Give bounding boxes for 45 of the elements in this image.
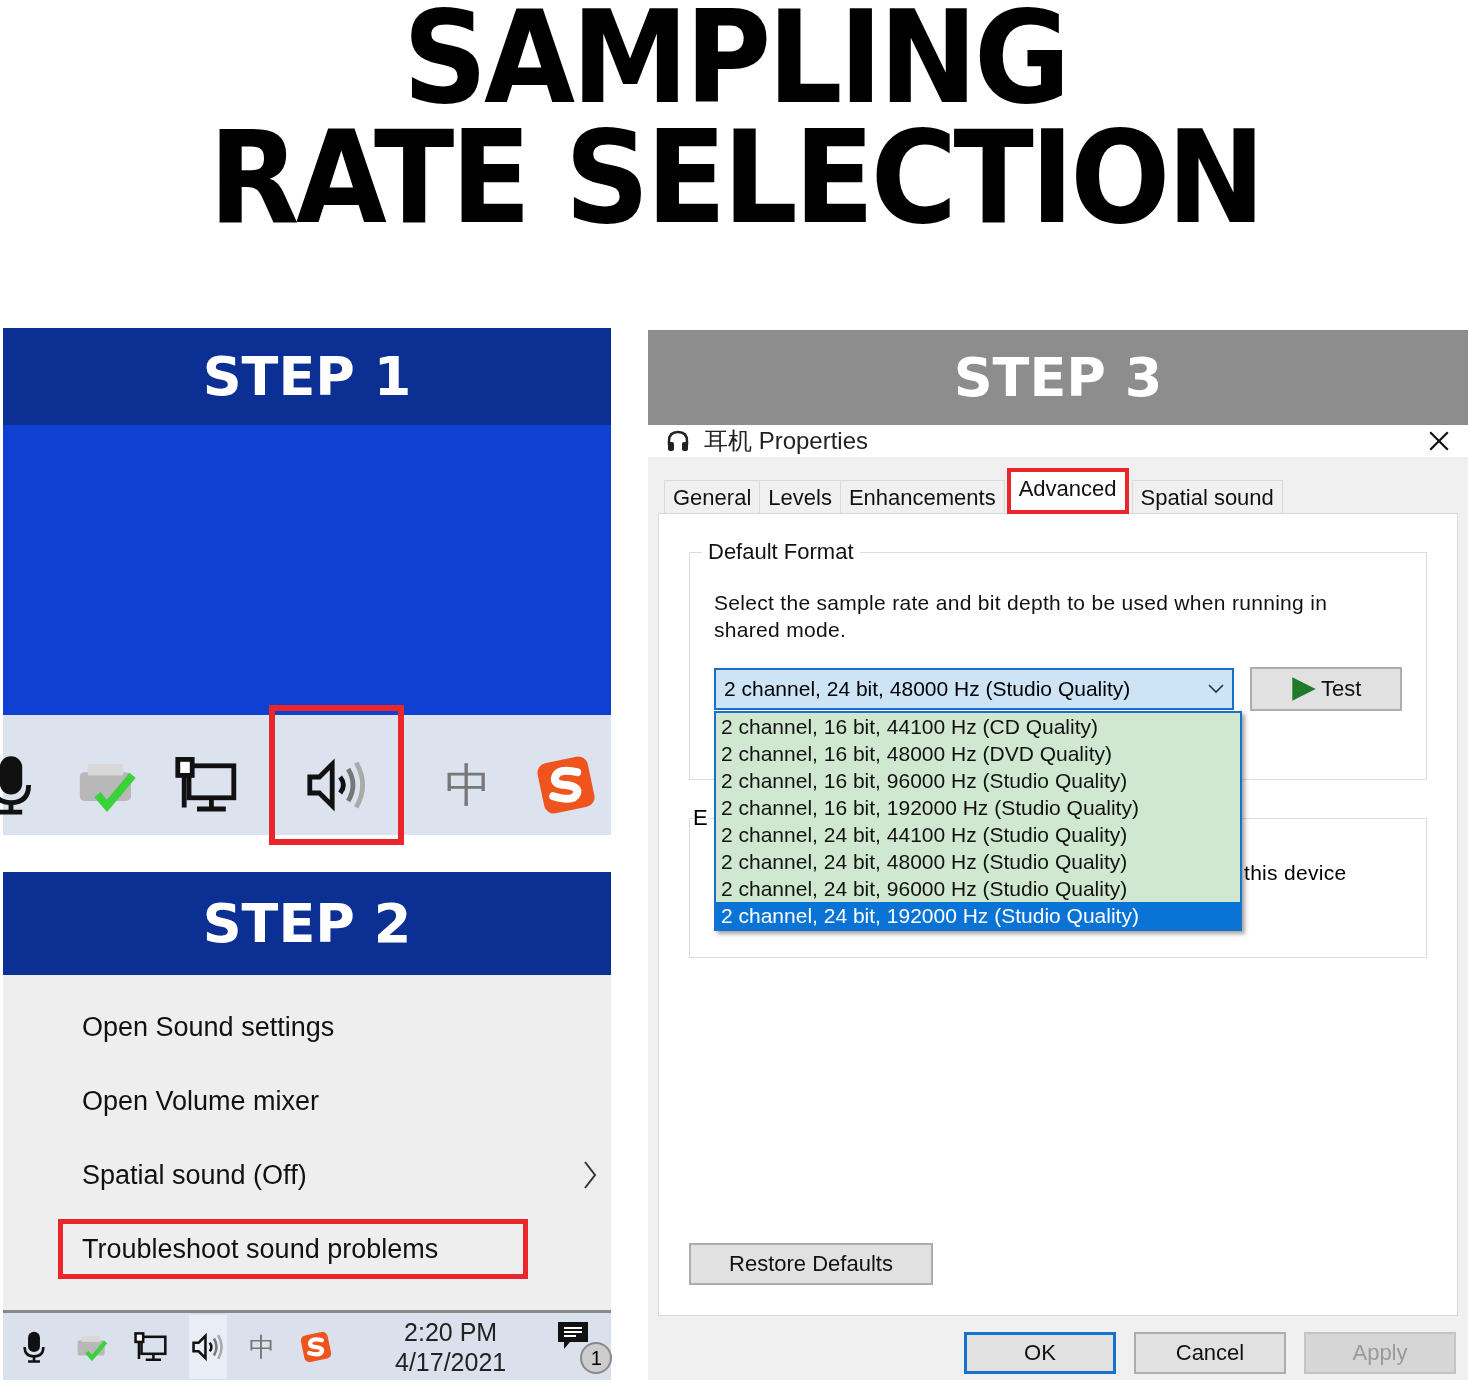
headline: SAMPLING: [402, 0, 1068, 118]
clock-time[interactable]: 2:20 PM: [404, 1316, 498, 1347]
computer-monitor-icon[interactable]: [175, 757, 237, 812]
printer-check-icon[interactable]: [79, 764, 136, 812]
description-text: Select the sample rate and bit depth to be used when running in shared mode.: [714, 590, 1329, 643]
step-heading: STEP 2: [202, 892, 412, 955]
speaker-icon[interactable]: [306, 758, 365, 812]
clock-date[interactable]: 4/17/2021: [395, 1346, 507, 1377]
dropdown-option[interactable]: 2 channel, 24 bit, 44100 Hz (Studio Quality): [716, 821, 1240, 848]
window-title: 耳机 Properties: [704, 426, 870, 456]
menu-item[interactable]: Troubleshoot sound problems: [58, 1219, 528, 1279]
play-icon: [1291, 676, 1318, 702]
dropdown-option[interactable]: 2 channel, 24 bit, 96000 Hz (Studio Quality): [716, 875, 1240, 902]
option-text: this device: [1244, 861, 1347, 885]
menu-item[interactable]: Open Sound settings: [58, 997, 598, 1057]
step-heading: STEP 1: [202, 345, 412, 408]
computer-monitor-icon[interactable]: [134, 1331, 167, 1361]
dropdown-option[interactable]: 2 channel, 16 bit, 96000 Hz (Studio Quality): [716, 767, 1240, 794]
restore-defaults-button[interactable]: Restore Defaults: [689, 1243, 933, 1285]
tab[interactable]: Spatial sound: [1131, 480, 1283, 513]
caret-icon: [1208, 684, 1225, 694]
tab[interactable]: Advanced: [1006, 468, 1129, 514]
test-button[interactable]: Test: [1250, 667, 1402, 711]
dropdown-option[interactable]: 2 channel, 24 bit, 48000 Hz (Studio Quality): [716, 848, 1240, 875]
speaker-icon[interactable]: [192, 1332, 223, 1361]
dialog-button[interactable]: Cancel: [1134, 1332, 1286, 1374]
dropdown-option[interactable]: 2 channel, 24 bit, 192000 Hz (Studio Quality): [716, 902, 1240, 929]
close-icon[interactable]: [1428, 430, 1450, 452]
format-dropdown[interactable]: 2 channel, 24 bit, 48000 Hz (Studio Quality): [714, 668, 1235, 710]
headline: RATE SELECTION: [208, 118, 1262, 238]
menu-item[interactable]: Open Volume mixer: [58, 1071, 598, 1131]
headphones-icon: [666, 429, 690, 453]
menu-item[interactable]: Spatial sound (Off): [58, 1145, 598, 1205]
step-heading: STEP 3: [953, 346, 1163, 409]
microphone-icon[interactable]: [0, 756, 31, 815]
printer-check-icon[interactable]: [77, 1335, 108, 1361]
tab[interactable]: Enhancements: [839, 480, 1005, 513]
dropdown-option[interactable]: 2 channel, 16 bit, 192000 Hz (Studio Quality): [716, 794, 1240, 821]
microphone-icon[interactable]: [23, 1331, 45, 1363]
notification-badge: 1: [580, 1341, 613, 1374]
tab[interactable]: General: [664, 480, 761, 513]
dialog-button[interactable]: OK: [964, 1332, 1116, 1374]
dropdown-option[interactable]: 2 channel, 16 bit, 48000 Hz (DVD Quality): [716, 740, 1240, 767]
dropdown-option[interactable]: 2 channel, 16 bit, 44100 Hz (CD Quality): [716, 713, 1240, 740]
chevron-right-icon: [582, 1160, 598, 1190]
